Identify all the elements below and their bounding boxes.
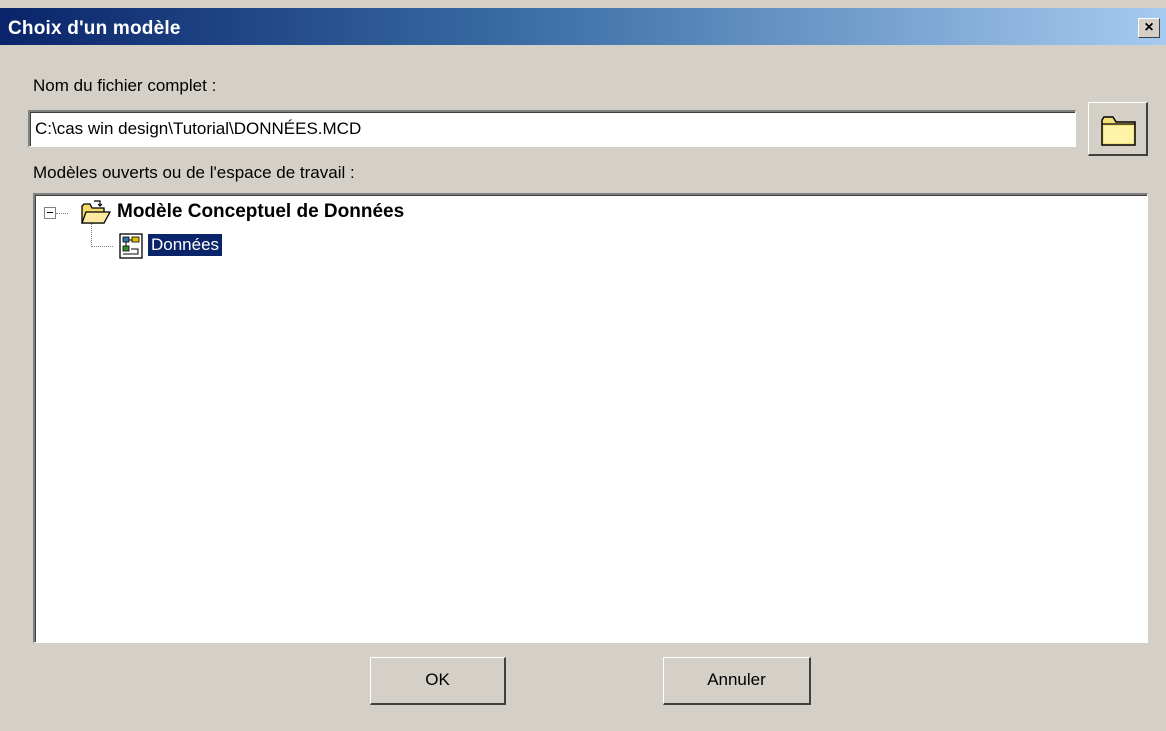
file-path-input[interactable] (28, 110, 1076, 147)
folder-icon (1101, 116, 1136, 146)
model-diagram-icon (119, 233, 143, 259)
tree-connector (91, 223, 93, 247)
collapse-toggle[interactable] (44, 207, 56, 219)
close-icon: × (1144, 19, 1154, 36)
tree-item-donnees[interactable]: Données (148, 234, 223, 256)
tree-root-label[interactable]: Modèle Conceptuel de Données (117, 201, 404, 223)
open-folder-icon (81, 200, 112, 224)
tree-connector (56, 213, 68, 215)
tree-connector (91, 246, 113, 248)
models-tree[interactable]: Modèle Conceptuel de Données Données (33, 193, 1148, 643)
dialog-title: Choix d'un modèle (8, 18, 181, 39)
model-choice-dialog: Choix d'un modèle × Nom du fichier compl… (0, 0, 1166, 731)
file-path-label: Nom du fichier complet : (33, 76, 217, 95)
title-bar[interactable]: Choix d'un modèle × (0, 8, 1166, 45)
cancel-button[interactable]: Annuler (663, 657, 811, 705)
ok-button[interactable]: OK (370, 657, 506, 705)
models-label: Modèles ouverts ou de l'espace de travai… (33, 163, 355, 182)
close-button[interactable]: × (1138, 18, 1160, 38)
browse-button[interactable] (1088, 102, 1148, 156)
